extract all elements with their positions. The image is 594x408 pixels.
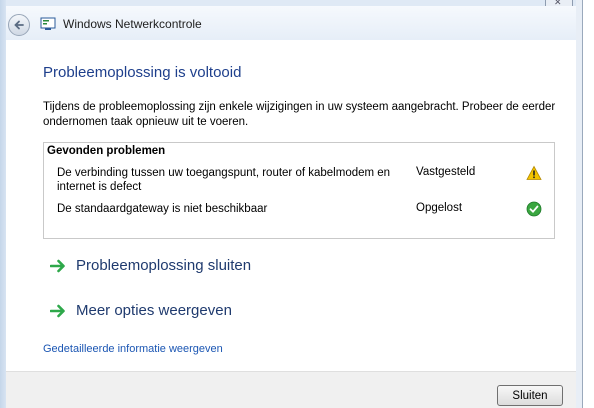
more-options-link[interactable]: Meer opties weergeven (50, 302, 232, 319)
problem-description: De standaardgateway is niet beschikbaar (57, 203, 268, 215)
problem-status: Opgelost (416, 202, 463, 214)
back-button[interactable] (8, 14, 30, 36)
page-title: Probleemoplossing is voltooid (43, 64, 242, 81)
network-diagnostics-icon (40, 17, 56, 30)
green-arrow-icon (50, 304, 65, 317)
problems-header: Gevonden problemen (47, 145, 166, 157)
close-troubleshooting-link[interactable]: Probleemoplossing sluiten (50, 257, 251, 274)
close-troubleshooting-label: Probleemoplossing sluiten (76, 257, 252, 274)
back-arrow-icon (14, 20, 24, 30)
intro-text: Tijdens de probleemoplossing zijn enkele… (43, 101, 556, 128)
dialog-footer (6, 371, 576, 408)
problem-description: De verbinding tussen uw toegangspunt, ro… (57, 167, 391, 193)
checkmark-icon (526, 201, 542, 217)
problem-status: Vastgesteld (416, 166, 476, 178)
problems-list: Gevonden problemen De verbinding tussen … (43, 142, 555, 239)
warning-icon (526, 165, 542, 180)
close-button[interactable]: Sluiten (497, 385, 563, 406)
green-arrow-icon (50, 259, 65, 272)
background-window-edge (582, 0, 594, 408)
detailed-info-link[interactable]: Gedetailleerde informatie weergeven (43, 343, 223, 355)
more-options-label: Meer opties weergeven (76, 302, 232, 319)
window-title: Windows Netwerkcontrole (63, 17, 202, 31)
